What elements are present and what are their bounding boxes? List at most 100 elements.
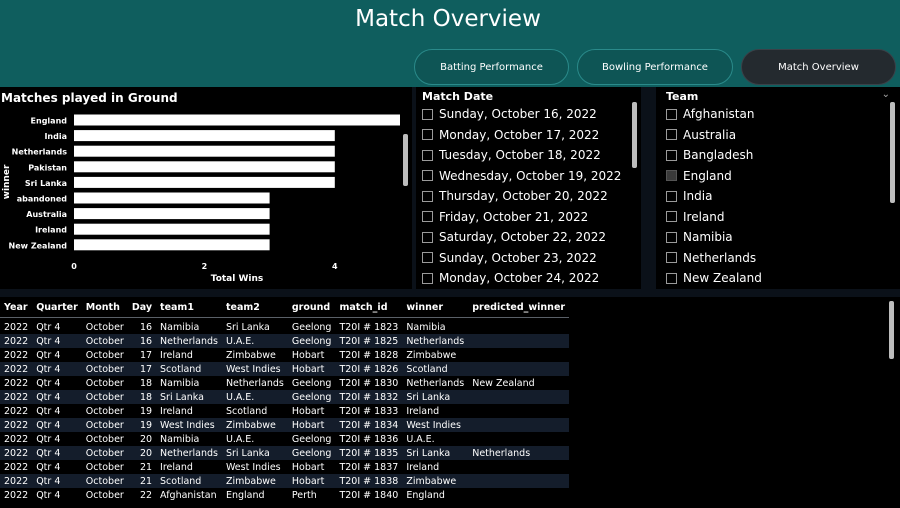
table-cell: 2022 xyxy=(4,391,29,403)
checkbox-icon[interactable] xyxy=(422,149,433,161)
match-date-label: Monday, October 17, 2022 xyxy=(439,127,600,142)
checkbox-icon[interactable] xyxy=(666,190,677,202)
table-row[interactable]: 2022 Qtr 4 October 22 Afghanistan England Pert… xyxy=(0,488,569,502)
table-cell: October xyxy=(85,419,124,431)
checkbox-icon[interactable] xyxy=(422,170,433,182)
table-row[interactable]: 2022 Qtr 4 October 16 Namibia Sri Lanka Geelon… xyxy=(0,317,569,334)
checkbox-icon[interactable] xyxy=(422,272,433,284)
match-table-panel: Year Quarter Month Day team1 team2 ground match… xyxy=(0,297,900,508)
match-date-option[interactable]: Tuesday, October 18, 2022 xyxy=(422,145,621,166)
match-date-option[interactable]: Sunday, October 16, 2022 xyxy=(422,104,621,125)
bar[interactable] xyxy=(74,223,270,235)
match-date-option[interactable]: Monday, October 17, 2022 xyxy=(422,125,621,146)
team-option[interactable]: Netherlands xyxy=(666,248,762,269)
column-header-match-id[interactable]: match_id xyxy=(335,299,402,317)
checkbox-icon[interactable] xyxy=(666,108,677,120)
team-option[interactable]: New Zealand xyxy=(666,268,762,289)
bar[interactable] xyxy=(74,145,335,157)
column-header-winner[interactable]: winner xyxy=(402,299,468,317)
match-date-option[interactable]: Saturday, October 22, 2022 xyxy=(422,227,621,248)
bar[interactable] xyxy=(74,192,270,204)
table-cell: Geelong xyxy=(291,447,332,459)
table-cell: 20 xyxy=(139,447,153,459)
checkbox-icon[interactable] xyxy=(666,272,677,284)
table-cell: October xyxy=(85,475,124,487)
match-date-option[interactable]: Sunday, October 23, 2022 xyxy=(422,248,621,269)
table-cell: Perth xyxy=(291,489,317,501)
team-scrollbar[interactable] xyxy=(890,102,895,203)
y-axis-label: winner xyxy=(2,164,12,199)
table-row[interactable]: 2022 Qtr 4 October 21 Ireland West Indies Hoba… xyxy=(0,460,569,474)
column-header-year[interactable]: Year xyxy=(0,299,32,317)
table-cell: Sri Lanka xyxy=(406,447,451,459)
table-row[interactable]: 2022 Qtr 4 October 18 Sri Lanka U.A.E. Geelong… xyxy=(0,390,570,404)
team-option[interactable]: Namibia xyxy=(666,227,762,248)
match-date-option[interactable]: Thursday, October 20, 2022 xyxy=(422,186,621,207)
bar[interactable] xyxy=(74,130,335,142)
table-cell: 19 xyxy=(139,405,153,417)
bar[interactable] xyxy=(74,114,400,126)
chart-scrollbar[interactable] xyxy=(403,134,408,186)
table-row[interactable]: 2022 Qtr 4 October 17 Scotland West Indies Hob… xyxy=(0,362,570,376)
column-header-day[interactable]: Day xyxy=(128,299,156,317)
chevron-down-icon[interactable]: ⌄ xyxy=(882,89,890,100)
table-row[interactable]: 2022 Qtr 4 October 20 Netherlands Sri Lanka Ge… xyxy=(0,446,570,460)
table-cell xyxy=(468,390,569,404)
column-header-team1[interactable]: team1 xyxy=(156,299,222,317)
category-label: Australia xyxy=(26,210,67,219)
match-date-scrollbar[interactable] xyxy=(632,102,637,168)
table-row[interactable]: 2022 Qtr 4 October 21 Scotland Zimbabwe Hobart… xyxy=(0,474,570,488)
table-cell: T20I # 1834 xyxy=(339,419,399,431)
bar[interactable] xyxy=(74,208,270,220)
team-option[interactable]: Afghanistan xyxy=(666,104,762,125)
table-row[interactable]: 2022 Qtr 4 October 16 Netherlands U.A.E. Geelo… xyxy=(0,334,570,348)
table-row[interactable]: 2022 Qtr 4 October 19 West Indies Zimbabwe Hob… xyxy=(0,418,570,432)
table-row[interactable]: 2022 Qtr 4 October 17 Ireland Zimbabwe Hobart T… xyxy=(0,348,569,362)
table-cell: Hobart xyxy=(291,461,325,473)
table-row[interactable]: 2022 Qtr 4 October 19 Ireland Scotland Hobart T… xyxy=(0,404,569,418)
table-cell: October xyxy=(85,391,124,403)
table-cell: Zimbabwe xyxy=(225,419,276,431)
nav-bowling-performance-button[interactable]: Bowling Performance xyxy=(577,49,733,85)
table-cell: U.A.E. xyxy=(225,433,255,445)
column-header-month[interactable]: Month xyxy=(82,299,128,317)
checkbox-icon[interactable] xyxy=(666,170,677,182)
team-option[interactable]: India xyxy=(666,186,762,207)
bar[interactable] xyxy=(74,176,335,188)
column-header-ground[interactable]: ground xyxy=(288,299,336,317)
table-row[interactable]: 2022 Qtr 4 October 18 Namibia Netherlands Geel… xyxy=(0,376,569,390)
table-cell: T20I # 1840 xyxy=(339,489,399,501)
bar[interactable] xyxy=(74,161,335,173)
checkbox-icon[interactable] xyxy=(422,108,433,120)
nav-match-overview-button[interactable]: Match Overview xyxy=(741,49,896,85)
nav-batting-performance-button[interactable]: Batting Performance xyxy=(414,49,569,85)
checkbox-icon[interactable] xyxy=(666,129,677,141)
team-option[interactable]: Ireland xyxy=(666,207,762,228)
checkbox-icon[interactable] xyxy=(422,252,433,264)
checkbox-icon[interactable] xyxy=(422,231,433,243)
column-header-quarter[interactable]: Quarter xyxy=(32,299,82,317)
table-row[interactable]: 2022 Qtr 4 October 20 Namibia U.A.E. Geelong T2… xyxy=(0,432,569,446)
checkbox-icon[interactable] xyxy=(422,190,433,202)
table-scrollbar[interactable] xyxy=(889,301,894,359)
table-cell: Netherlands xyxy=(406,377,465,389)
checkbox-icon[interactable] xyxy=(666,211,677,223)
checkbox-icon[interactable] xyxy=(666,149,677,161)
checkbox-icon[interactable] xyxy=(666,231,677,243)
table-cell: Netherlands xyxy=(225,377,284,389)
team-label: New Zealand xyxy=(683,271,762,286)
bar[interactable] xyxy=(74,239,270,251)
match-date-option[interactable]: Friday, October 21, 2022 xyxy=(422,207,621,228)
match-date-option[interactable]: Wednesday, October 19, 2022 xyxy=(422,166,621,187)
match-date-option[interactable]: Monday, October 24, 2022 xyxy=(422,268,621,289)
team-option[interactable]: England xyxy=(666,166,762,187)
checkbox-icon[interactable] xyxy=(666,252,677,264)
category-label: Netherlands xyxy=(12,148,68,157)
checkbox-icon[interactable] xyxy=(422,129,433,141)
column-header-predicted-winner[interactable]: predicted_winner xyxy=(468,299,569,317)
checkbox-icon[interactable] xyxy=(422,211,433,223)
team-option[interactable]: Bangladesh xyxy=(666,145,762,166)
team-option[interactable]: Australia xyxy=(666,125,762,146)
page-title: Match Overview xyxy=(355,6,541,32)
column-header-team2[interactable]: team2 xyxy=(222,299,288,317)
